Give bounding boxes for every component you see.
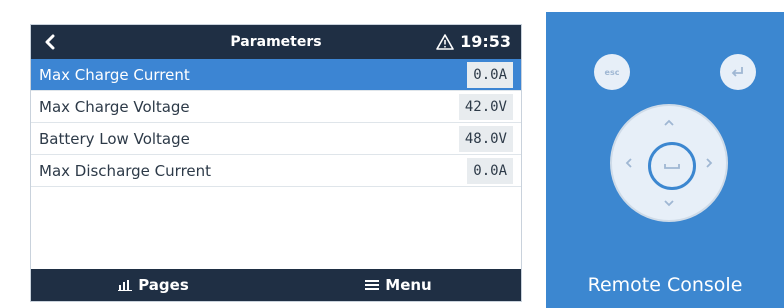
- remote-console-panel: esc Remote Console: [546, 12, 784, 308]
- chevron-left-icon: [625, 158, 632, 168]
- chevron-right-icon: [706, 158, 713, 168]
- parameter-value: 0.0A: [467, 157, 513, 184]
- status-area: 19:53: [436, 25, 511, 59]
- remote-console-title: Remote Console: [587, 274, 743, 296]
- space-icon: [664, 164, 680, 169]
- left-button[interactable]: [616, 150, 642, 176]
- chevron-up-icon: [664, 119, 674, 126]
- top-bar: Parameters 19:53: [31, 25, 521, 59]
- right-button[interactable]: [696, 150, 722, 176]
- list-item[interactable]: Max Charge Current 0.0A: [31, 59, 521, 91]
- parameter-label: Max Discharge Current: [39, 161, 212, 180]
- down-button[interactable]: [656, 190, 682, 216]
- chart-icon: [118, 280, 133, 291]
- parameter-label: Max Charge Current: [39, 65, 190, 84]
- chevron-down-icon: [664, 200, 674, 207]
- menu-label: Menu: [385, 276, 432, 294]
- parameter-value: 48.0V: [458, 125, 513, 152]
- up-button[interactable]: [656, 110, 682, 136]
- hamburger-icon: [365, 280, 380, 290]
- enter-icon: [731, 67, 743, 77]
- pages-label: Pages: [138, 276, 189, 294]
- parameter-list: Max Charge Current 0.0A Max Charge Volta…: [31, 59, 521, 187]
- bottom-bar: Pages Menu: [31, 269, 521, 301]
- parameter-value: 0.0A: [467, 61, 513, 88]
- device-screen: Parameters 19:53 Max Charge Current 0.0A…: [30, 24, 522, 302]
- list-item[interactable]: Battery Low Voltage 48.0V: [31, 123, 521, 155]
- list-item[interactable]: Max Charge Voltage 42.0V: [31, 91, 521, 123]
- directional-pad: [610, 104, 728, 222]
- parameter-value: 42.0V: [458, 93, 513, 120]
- space-button[interactable]: [648, 142, 696, 190]
- warning-triangle-icon: [436, 34, 454, 50]
- parameter-label: Battery Low Voltage: [39, 129, 190, 148]
- esc-button[interactable]: esc: [594, 54, 630, 90]
- pages-button[interactable]: Pages: [31, 269, 276, 301]
- parameter-label: Max Charge Voltage: [39, 97, 190, 116]
- enter-button[interactable]: [720, 54, 756, 90]
- esc-label: esc: [604, 67, 620, 77]
- list-item[interactable]: Max Discharge Current 0.0A: [31, 155, 521, 187]
- menu-button[interactable]: Menu: [276, 269, 521, 301]
- clock-time: 19:53: [460, 32, 511, 51]
